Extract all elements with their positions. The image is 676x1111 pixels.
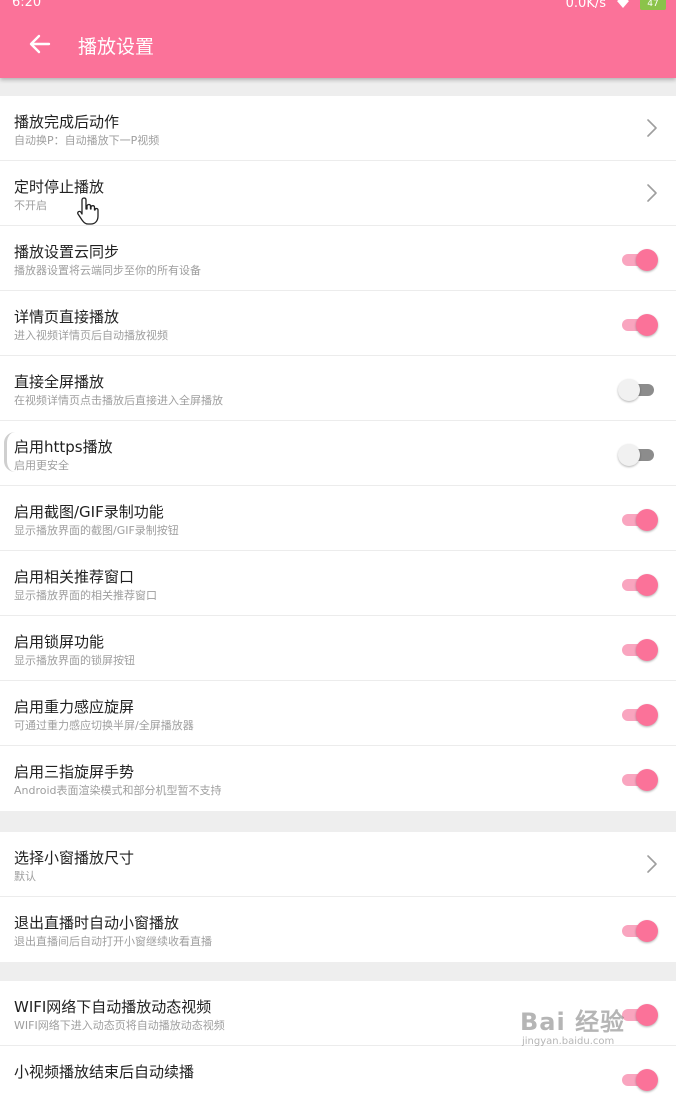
battery-icon: 47 <box>640 0 666 10</box>
toggle-switch[interactable] <box>620 638 658 661</box>
switch-thumb <box>636 574 658 596</box>
edge-swipe-handle[interactable] <box>4 432 15 472</box>
status-time: 6:20 <box>12 0 42 10</box>
switch-thumb <box>636 769 658 791</box>
setting-row[interactable]: 启用重力感应旋屏可通过重力感应切换半屏/全屏播放器 <box>0 681 676 746</box>
setting-row[interactable]: 启用https播放启用更安全 <box>0 421 676 486</box>
setting-title: 直接全屏播放 <box>14 373 105 391</box>
setting-row[interactable]: 播放完成后动作自动换P：自动播放下一P视频 <box>0 96 676 161</box>
status-bar: 6:20 0.0K/s 47 <box>0 0 676 14</box>
setting-title: 小视频播放结束后自动续播 <box>14 1063 195 1081</box>
watermark-sub: jingyan.baidu.com <box>522 1036 615 1047</box>
setting-row[interactable]: 播放设置云同步播放器设置将云端同步至你的所有设备 <box>0 226 676 291</box>
setting-title: 选择小窗播放尺寸 <box>14 849 135 867</box>
arrow-left-icon <box>29 33 51 59</box>
setting-subtitle: 显示播放界面的截图/GIF录制按钮 <box>14 524 179 537</box>
switch-thumb <box>636 249 658 271</box>
setting-subtitle: 在视频详情页点击播放后直接进入全屏播放 <box>14 394 223 407</box>
setting-title: 启用重力感应旋屏 <box>14 698 135 716</box>
setting-row[interactable]: 详情页直接播放进入视频详情页后自动播放视频 <box>0 291 676 356</box>
setting-subtitle: 显示播放界面的相关推荐窗口 <box>14 589 157 602</box>
watermark: Bai 经验 jingyan.baidu.com <box>520 996 670 1056</box>
setting-subtitle: 退出直播间后自动打开小窗继续收看直播 <box>14 935 212 948</box>
setting-title: 启用锁屏功能 <box>14 633 105 651</box>
setting-title: 启用截图/GIF录制功能 <box>14 503 164 521</box>
switch-thumb <box>636 509 658 531</box>
playback-settings-section: 播放完成后动作自动换P：自动播放下一P视频定时停止播放不开启播放设置云同步播放器… <box>0 96 676 811</box>
toggle-switch[interactable] <box>620 919 658 942</box>
toggle-switch[interactable] <box>620 768 658 791</box>
toggle-switch[interactable] <box>620 573 658 596</box>
setting-subtitle: 进入视频详情页后自动播放视频 <box>14 329 168 342</box>
toggle-switch[interactable] <box>618 443 656 466</box>
switch-thumb <box>618 444 640 466</box>
setting-row[interactable]: 启用锁屏功能显示播放界面的锁屏按钮 <box>0 616 676 681</box>
toggle-switch[interactable] <box>620 1068 658 1091</box>
setting-title: 启用https播放 <box>14 438 113 456</box>
setting-subtitle: 自动换P：自动播放下一P视频 <box>14 134 160 147</box>
toggle-switch[interactable] <box>618 378 656 401</box>
toggle-switch[interactable] <box>620 703 658 726</box>
switch-thumb <box>618 379 640 401</box>
setting-subtitle: 播放器设置将云端同步至你的所有设备 <box>14 264 201 277</box>
chevron-right-icon <box>646 854 658 874</box>
setting-row[interactable]: 启用相关推荐窗口显示播放界面的相关推荐窗口 <box>0 551 676 616</box>
setting-title: 播放完成后动作 <box>14 113 120 131</box>
setting-subtitle: WIFI网络下进入动态页将自动播放动态视频 <box>14 1019 225 1032</box>
setting-subtitle: Android表面渲染模式和部分机型暂不支持 <box>14 784 222 797</box>
setting-title: 详情页直接播放 <box>14 308 120 326</box>
chevron-right-icon <box>646 118 658 138</box>
setting-subtitle: 启用更安全 <box>14 459 69 472</box>
setting-row[interactable]: 退出直播时自动小窗播放退出直播间后自动打开小窗继续收看直播 <box>0 897 676 962</box>
status-right: 0.0K/s 47 <box>566 0 666 10</box>
setting-row[interactable]: 定时停止播放 不开启 <box>0 161 676 226</box>
setting-title: 启用相关推荐窗口 <box>14 568 135 586</box>
setting-row[interactable]: 直接全屏播放在视频详情页点击播放后直接进入全屏播放 <box>0 356 676 421</box>
watermark-main: Bai 经验 <box>520 1008 626 1036</box>
toggle-switch[interactable] <box>620 313 658 336</box>
setting-title: 播放设置云同步 <box>14 243 120 261</box>
setting-row[interactable]: 启用截图/GIF录制功能显示播放界面的截图/GIF录制按钮 <box>0 486 676 551</box>
toggle-switch[interactable] <box>620 248 658 271</box>
app-bar: 6:20 0.0K/s 47 播放设置 <box>0 0 676 78</box>
hand-cursor-icon <box>76 196 100 226</box>
page-title: 播放设置 <box>78 36 155 58</box>
wifi-icon <box>616 0 630 10</box>
setting-title: 启用三指旋屏手势 <box>14 763 135 781</box>
network-speed: 0.0K/s <box>565 0 606 11</box>
setting-subtitle: 不开启 <box>14 199 47 212</box>
setting-title: 退出直播时自动小窗播放 <box>14 914 180 932</box>
setting-row[interactable]: 启用三指旋屏手势 Android表面渲染模式和部分机型暂不支持 <box>0 746 676 811</box>
setting-subtitle: 默认 <box>14 870 36 883</box>
back-button[interactable] <box>22 28 58 64</box>
setting-row[interactable]: 选择小窗播放尺寸默认 <box>0 832 676 897</box>
setting-subtitle: 显示播放界面的锁屏按钮 <box>14 654 135 667</box>
mini-window-section: 选择小窗播放尺寸默认退出直播时自动小窗播放退出直播间后自动打开小窗继续收看直播 <box>0 832 676 962</box>
switch-thumb <box>636 639 658 661</box>
setting-title: WIFI网络下自动播放动态视频 <box>14 998 212 1016</box>
switch-thumb <box>636 920 658 942</box>
setting-title: 定时停止播放 <box>14 178 105 196</box>
toggle-switch[interactable] <box>620 508 658 531</box>
switch-thumb <box>636 1069 658 1091</box>
switch-thumb <box>636 704 658 726</box>
switch-thumb <box>636 314 658 336</box>
setting-subtitle: 可通过重力感应切换半屏/全屏播放器 <box>14 719 194 732</box>
chevron-right-icon <box>646 183 658 203</box>
